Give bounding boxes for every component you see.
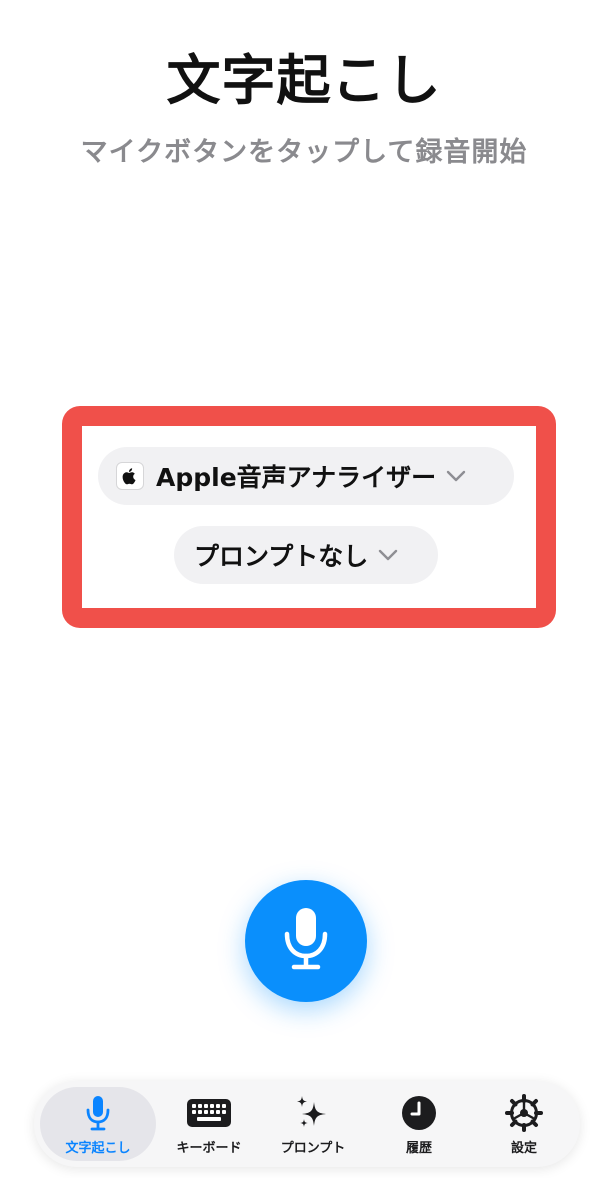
prompt-selector[interactable]: プロンプトなし [174, 526, 438, 584]
chevron-down-icon [446, 470, 466, 482]
microphone-icon [85, 1093, 111, 1133]
chevron-down-icon [378, 549, 398, 561]
tab-prompt[interactable]: プロンプト [262, 1087, 364, 1161]
tab-label: 文字起こし [65, 1141, 131, 1156]
tab-keyboard[interactable]: キーボード [156, 1087, 262, 1161]
apple-logo-icon [116, 462, 144, 490]
prompt-label: プロンプトなし [194, 542, 369, 571]
model-label: Apple音声アナライザー [156, 463, 437, 492]
record-button[interactable] [245, 880, 367, 1002]
highlight-box [62, 406, 556, 628]
model-selector[interactable]: Apple音声アナライザー [98, 447, 514, 505]
tab-settings[interactable]: 設定 [474, 1087, 574, 1161]
page-title: 文字起こし [166, 49, 442, 112]
tab-history[interactable]: 履歴 [364, 1087, 474, 1161]
microphone-icon [281, 906, 331, 976]
transcription-screen: 文字起こし マイクボタンをタップして録音開始 Apple音声アナライザー プロン… [0, 0, 608, 1178]
clock-icon [401, 1093, 437, 1133]
sparkles-icon [294, 1093, 332, 1133]
tab-label: プロンプト [280, 1141, 346, 1156]
page-subtitle: マイクボタンをタップして録音開始 [80, 137, 528, 168]
keyboard-icon [186, 1093, 232, 1133]
gear-icon [505, 1093, 543, 1133]
tab-label: キーボード [176, 1141, 242, 1156]
tab-bar: 文字起こし キーボード プロンプト 履歴 設定 [34, 1081, 580, 1167]
tab-transcription[interactable]: 文字起こし [40, 1087, 156, 1161]
tab-label: 履歴 [405, 1141, 432, 1156]
tab-label: 設定 [510, 1141, 537, 1156]
